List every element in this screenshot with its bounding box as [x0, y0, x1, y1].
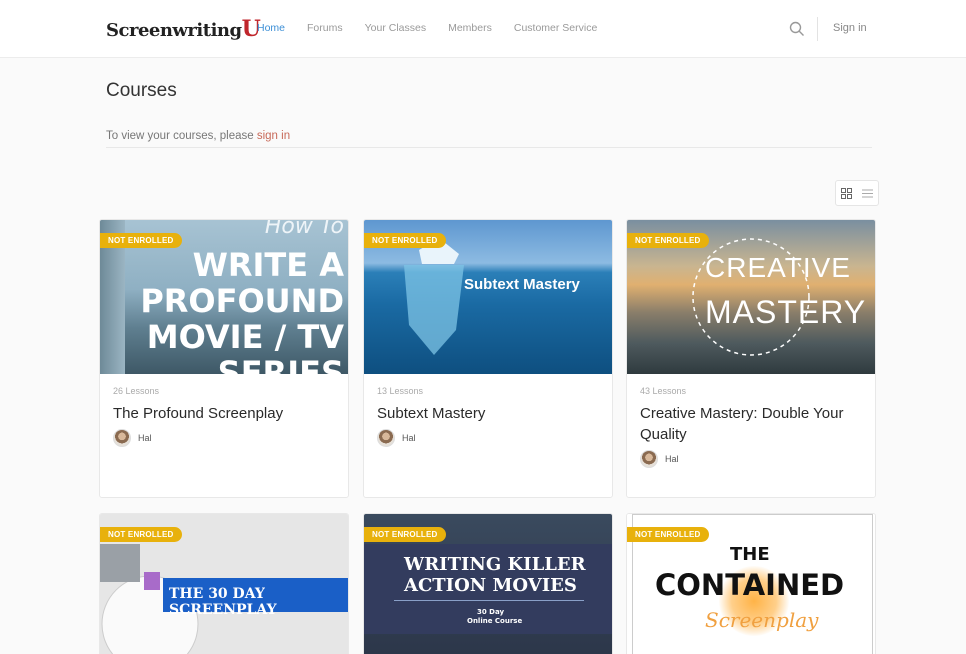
- nav-your-classes[interactable]: Your Classes: [365, 22, 426, 34]
- course-card[interactable]: THE 30 DAY SCREENPLAY NOT ENROLLED: [99, 513, 349, 654]
- site-logo[interactable]: ScreenwritingU: [106, 16, 261, 42]
- avatar: [377, 429, 395, 447]
- thumb-line: WRITE A: [192, 246, 344, 284]
- course-title[interactable]: The Profound Screenplay: [113, 403, 339, 424]
- author-name: Hal: [402, 433, 416, 443]
- course-card[interactable]: CREATIVE MASTERY NOT ENROLLED 43 Lessons…: [626, 219, 876, 498]
- search-icon[interactable]: [789, 21, 805, 37]
- thumb-line: ACTION MOVIES: [404, 575, 577, 596]
- course-card[interactable]: How To WRITE A PROFOUND MOVIE / TV SERIE…: [99, 219, 349, 498]
- course-card[interactable]: THE CONTAINED Screenplay NOT ENROLLED: [626, 513, 876, 654]
- course-thumbnail[interactable]: THE 30 DAY SCREENPLAY NOT ENROLLED: [100, 514, 348, 654]
- avatar: [640, 450, 658, 468]
- login-note-link[interactable]: sign in: [257, 130, 290, 142]
- login-note-text: To view your courses, please: [106, 130, 257, 142]
- course-author: Hal: [640, 450, 679, 468]
- thumb-line: How To: [264, 220, 344, 239]
- not-enrolled-badge: NOT ENROLLED: [627, 527, 709, 542]
- thumb-line: THE: [730, 544, 770, 565]
- page-title: Courses: [106, 80, 177, 101]
- thumb-line: MOVIE / TV: [146, 318, 344, 356]
- course-thumbnail[interactable]: CREATIVE MASTERY NOT ENROLLED: [627, 220, 875, 374]
- thumb-line: CONTAINED: [655, 568, 845, 602]
- lesson-count: 26 Lessons: [113, 386, 160, 396]
- thumb-line: MASTERY: [705, 294, 867, 330]
- thumb-rule: [394, 600, 584, 601]
- grid-view-icon[interactable]: [841, 187, 852, 199]
- author-name: Hal: [138, 433, 152, 443]
- not-enrolled-badge: NOT ENROLLED: [364, 233, 446, 248]
- thumb-line: Online Course: [467, 617, 523, 625]
- thumb-title: Subtext Mastery: [464, 276, 580, 293]
- lesson-count: 43 Lessons: [640, 386, 687, 396]
- course-thumbnail[interactable]: THE CONTAINED Screenplay NOT ENROLLED: [627, 514, 875, 654]
- thumb-line: SERIES: [217, 354, 344, 374]
- list-view-icon[interactable]: [862, 188, 873, 199]
- thumb-title: THE 30 DAY SCREENPLAY: [169, 586, 277, 618]
- nav-forums[interactable]: Forums: [307, 22, 343, 34]
- thumb-line: CREATIVE: [705, 252, 851, 283]
- header-divider: [817, 17, 818, 41]
- logo-text: Screenwriting: [106, 20, 242, 41]
- login-note: To view your courses, please sign in: [106, 130, 290, 142]
- not-enrolled-badge: NOT ENROLLED: [100, 233, 182, 248]
- nav-members[interactable]: Members: [448, 22, 492, 34]
- thumb-line: 30 Day: [477, 608, 505, 616]
- thumb-line: WRITING KILLER: [404, 554, 586, 575]
- sign-in-link[interactable]: Sign in: [833, 22, 867, 34]
- site-header: ScreenwritingU Home Forums Your Classes …: [0, 0, 966, 58]
- course-card[interactable]: WRITING KILLER ACTION MOVIES 30 Day Onli…: [363, 513, 613, 654]
- course-thumbnail[interactable]: WRITING KILLER ACTION MOVIES 30 Day Onli…: [364, 514, 612, 654]
- main-nav: Home Forums Your Classes Members Custome…: [257, 22, 619, 34]
- course-title[interactable]: Subtext Mastery: [377, 403, 603, 424]
- not-enrolled-badge: NOT ENROLLED: [364, 527, 446, 542]
- course-author: Hal: [113, 429, 152, 447]
- course-thumbnail[interactable]: How To WRITE A PROFOUND MOVIE / TV SERIE…: [100, 220, 348, 374]
- not-enrolled-badge: NOT ENROLLED: [100, 527, 182, 542]
- thumb-line: Screenplay: [705, 608, 819, 632]
- nav-customer-service[interactable]: Customer Service: [514, 22, 597, 34]
- view-toggle: [835, 180, 879, 206]
- not-enrolled-badge: NOT ENROLLED: [627, 233, 709, 248]
- course-thumbnail[interactable]: Subtext Mastery NOT ENROLLED: [364, 220, 612, 374]
- author-name: Hal: [665, 454, 679, 464]
- course-title[interactable]: Creative Mastery: Double Your Quality: [640, 403, 866, 445]
- heading-divider: [106, 147, 872, 148]
- course-author: Hal: [377, 429, 416, 447]
- lesson-count: 13 Lessons: [377, 386, 424, 396]
- nav-home[interactable]: Home: [257, 22, 285, 34]
- course-card[interactable]: Subtext Mastery NOT ENROLLED 13 Lessons …: [363, 219, 613, 498]
- thumb-line: PROFOUND: [140, 282, 344, 320]
- avatar: [113, 429, 131, 447]
